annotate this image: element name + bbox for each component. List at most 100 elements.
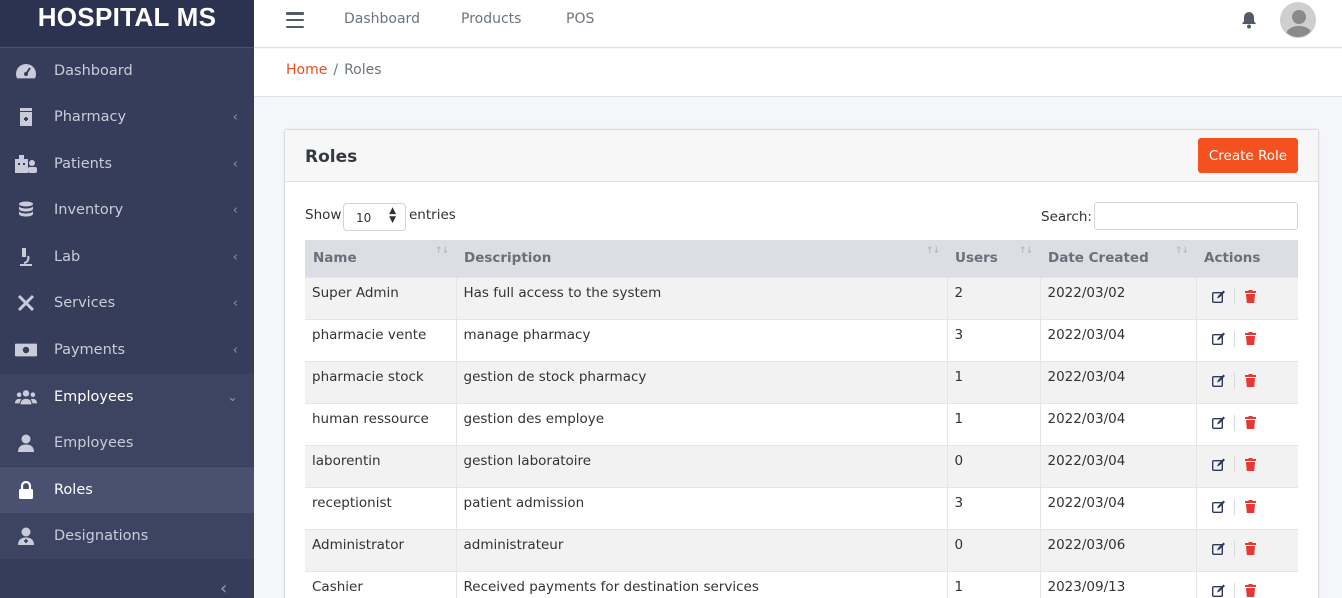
breadcrumb-home-link[interactable]: Home — [286, 62, 327, 78]
cell-date-created: 2022/03/04 — [1040, 360, 1197, 403]
sidebar-item-label: Services — [54, 295, 116, 311]
sort-arrows-icon: ↑↓ — [434, 246, 449, 256]
sidebar-item-dashboard[interactable]: Dashboard — [0, 48, 254, 94]
hamburger-menu-icon[interactable] — [286, 12, 304, 28]
column-header-label: Description — [464, 250, 552, 267]
card-header: Roles Create Role — [285, 130, 1318, 182]
row-actions — [1204, 495, 1292, 515]
hospital-building-icon — [15, 154, 37, 174]
search-label: Search: — [1041, 209, 1092, 225]
page-title: Roles — [305, 147, 358, 167]
cell-description: Has full access to the system — [456, 276, 948, 319]
trash-icon[interactable] — [1244, 290, 1257, 303]
cell-name: Super Admin — [305, 276, 457, 319]
edit-icon[interactable] — [1211, 290, 1226, 304]
column-header-description[interactable]: Description ↑↓ — [456, 240, 947, 277]
edit-icon[interactable] — [1211, 416, 1226, 430]
pharmacy-icon — [15, 107, 37, 127]
chevron-left-icon: ‹ — [232, 156, 238, 172]
table-row: pharmacie stock gestion de stock pharmacy… — [305, 360, 1298, 403]
cell-name: receptionist — [305, 486, 457, 529]
row-actions — [1204, 579, 1292, 598]
column-header-date-created[interactable]: Date Created ↑↓ — [1040, 240, 1196, 277]
sidebar-subitem-employees[interactable]: Employees — [0, 420, 254, 466]
edit-icon[interactable] — [1211, 458, 1226, 472]
sidebar-item-label: Designations — [54, 528, 149, 544]
table-row: Cashier Received payments for destination… — [305, 570, 1298, 598]
row-actions — [1204, 369, 1292, 389]
action-divider — [1233, 414, 1235, 431]
trash-icon[interactable] — [1244, 332, 1257, 345]
topnav-products-link[interactable]: Products — [461, 11, 521, 27]
roles-table: Name ↑↓ Description ↑↓ Users ↑↓ Date Create… — [305, 240, 1298, 598]
cell-date-created: 2022/03/06 — [1040, 528, 1197, 571]
cell-actions — [1196, 318, 1298, 361]
user-doctor-icon — [15, 526, 37, 546]
sidebar-subitem-designations[interactable]: Designations — [0, 513, 254, 559]
bell-icon[interactable] — [1241, 11, 1257, 29]
topnav-dashboard-link[interactable]: Dashboard — [344, 11, 420, 27]
sidebar-item-label: Lab — [54, 249, 81, 265]
edit-icon[interactable] — [1211, 542, 1226, 556]
cell-actions — [1196, 402, 1298, 445]
edit-icon[interactable] — [1211, 332, 1226, 346]
breadcrumb: Home / Roles — [286, 62, 382, 78]
search-input[interactable] — [1094, 202, 1298, 230]
brand-logo[interactable]: HOSPITAL MS — [0, 0, 254, 48]
table-row: pharmacie vente manage pharmacy 3 2022/03/0… — [305, 318, 1298, 361]
topnav-pos-link[interactable]: POS — [566, 11, 594, 27]
cell-actions — [1196, 276, 1298, 319]
cell-users: 0 — [947, 444, 1041, 487]
cell-name: human ressource — [305, 402, 457, 445]
lock-icon — [15, 480, 37, 500]
column-header-name[interactable]: Name ↑↓ — [305, 240, 456, 277]
cell-date-created: 2022/03/04 — [1040, 444, 1197, 487]
sidebar-item-pharmacy[interactable]: Pharmacy ‹ — [0, 94, 254, 140]
trash-icon[interactable] — [1244, 500, 1257, 513]
sidebar-item-payments[interactable]: Payments ‹ — [0, 327, 254, 373]
brand-title: HOSPITAL MS — [37, 2, 217, 32]
table-row: human ressource gestion des employe 1 2022/… — [305, 402, 1298, 445]
table-row: Administrator administrateur 0 2022/03/06 — [305, 528, 1298, 571]
chevron-left-icon: ‹ — [232, 342, 238, 358]
topbar: Dashboard Products POS — [254, 0, 1342, 48]
row-actions — [1204, 537, 1292, 557]
cell-users: 1 — [947, 570, 1041, 598]
sidebar-item-label: Employees — [54, 389, 134, 405]
sidebar: HOSPITAL MS Dashboard Pharmacy ‹ Patient… — [0, 0, 254, 598]
sidebar-item-inventory[interactable]: Inventory ‹ — [0, 187, 254, 233]
page-length-value: 10 — [356, 211, 372, 225]
create-role-button[interactable]: Create Role — [1198, 138, 1298, 173]
user-avatar[interactable] — [1280, 2, 1316, 38]
action-divider — [1233, 456, 1235, 473]
sidebar-item-employees[interactable]: Employees ⌄ — [0, 374, 254, 420]
column-header-users[interactable]: Users ↑↓ — [947, 240, 1040, 277]
edit-icon[interactable] — [1211, 584, 1226, 598]
sidebar-item-services[interactable]: Services ‹ — [0, 280, 254, 326]
column-header-label: Users — [955, 250, 998, 267]
sidebar-item-label: Roles — [54, 482, 93, 498]
cell-description: patient admission — [456, 486, 948, 529]
sidebar-subitem-roles[interactable]: Roles — [0, 467, 254, 513]
trash-icon[interactable] — [1244, 542, 1257, 555]
trash-icon[interactable] — [1244, 584, 1257, 597]
trash-icon[interactable] — [1244, 374, 1257, 387]
trash-icon[interactable] — [1244, 458, 1257, 471]
sidebar-item-lab[interactable]: Lab ‹ — [0, 234, 254, 280]
trash-icon[interactable] — [1244, 416, 1257, 429]
sidebar-collapse-icon[interactable]: ‹ — [220, 578, 227, 598]
sidebar-item-patients[interactable]: Patients ‹ — [0, 141, 254, 187]
action-divider — [1233, 372, 1235, 389]
cell-date-created: 2022/03/02 — [1040, 276, 1197, 319]
user-icon — [15, 433, 37, 453]
cell-actions — [1196, 444, 1298, 487]
sort-arrows-icon: ↑↓ — [1018, 246, 1033, 256]
edit-icon[interactable] — [1211, 374, 1226, 388]
cell-description: gestion de stock pharmacy — [456, 360, 948, 403]
page-length-select[interactable]: 10 ▲ ▼ — [343, 203, 406, 231]
column-header-actions: Actions — [1196, 240, 1298, 277]
edit-icon[interactable] — [1211, 500, 1226, 514]
sort-updown-icon: ▲ ▼ — [389, 206, 396, 225]
cell-date-created: 2022/03/04 — [1040, 318, 1197, 361]
cell-users: 1 — [947, 360, 1041, 403]
